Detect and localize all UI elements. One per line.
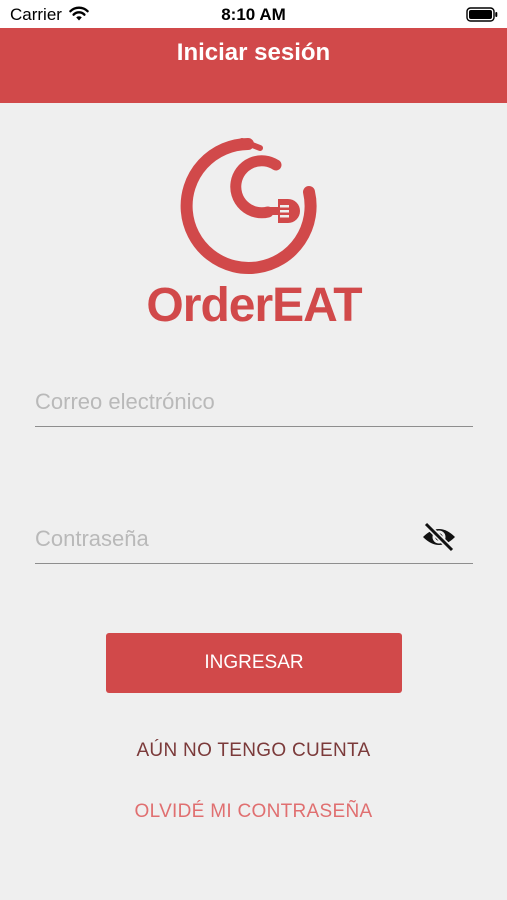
email-field[interactable] xyxy=(35,377,473,426)
brand-name: OrderEAT xyxy=(146,279,362,332)
app-logo: OrderEAT xyxy=(138,135,370,335)
status-bar: Carrier 8:10 AM xyxy=(0,0,507,28)
page-title: Iniciar sesión xyxy=(176,39,331,66)
navigation-bar: Iniciar sesión xyxy=(0,28,507,103)
battery-icon xyxy=(466,7,498,27)
register-link[interactable]: AÚN NO TENGO CUENTA xyxy=(0,740,507,762)
fork-spiral-logo-icon xyxy=(180,138,317,274)
eye-off-icon[interactable] xyxy=(421,521,457,553)
login-button[interactable]: INGRESAR xyxy=(106,633,402,693)
status-time: 8:10 AM xyxy=(221,5,286,24)
password-field-container xyxy=(35,514,473,564)
email-field-container xyxy=(35,377,473,427)
forgot-password-link[interactable]: OLVIDÉ MI CONTRASEÑA xyxy=(0,801,507,823)
password-field[interactable] xyxy=(35,514,473,563)
